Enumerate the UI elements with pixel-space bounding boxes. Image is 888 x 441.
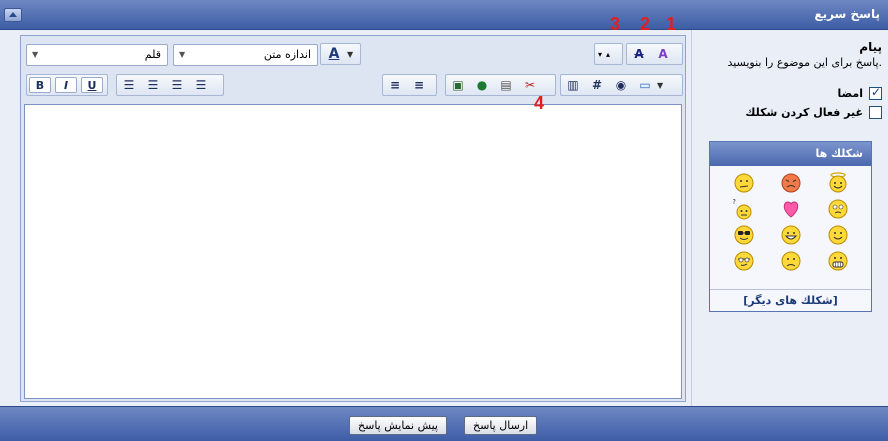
switch-mode-icon[interactable]: A [651, 44, 675, 64]
more-smilies-link[interactable]: [شكلك هاى ديگر] [710, 289, 871, 311]
insert-image-icon[interactable]: ▣ [446, 75, 470, 95]
rolleyes-smiley-icon[interactable] [827, 198, 849, 220]
unordered-list-icon[interactable]: ≡ [407, 75, 431, 95]
angel-smiley-icon[interactable] [827, 172, 849, 194]
column-divider [691, 30, 692, 406]
heart-icon[interactable] [780, 198, 802, 220]
frown-smiley-icon[interactable] [780, 250, 802, 272]
svg-text:???: ??? [733, 198, 736, 206]
annotation-3: 3 [610, 14, 621, 34]
italic-button[interactable]: I [55, 77, 77, 93]
disable-smilies-checkbox[interactable] [869, 106, 882, 119]
text-color-button[interactable]: A ▼ [320, 43, 361, 65]
confused-smiley-icon[interactable] [733, 172, 755, 194]
disable-smilies-label: غير فعال كردن شكلك [745, 106, 863, 119]
alignment-group: ☰ ☰ ☰ ☰ [116, 74, 224, 96]
angry-smiley-icon[interactable] [780, 172, 802, 194]
format-group: A A [626, 43, 683, 65]
collapse-button[interactable] [4, 8, 22, 22]
cool-smiley-icon[interactable] [733, 224, 755, 246]
size-select[interactable]: اندازه متن ▼ [173, 44, 318, 66]
message-textarea[interactable] [24, 104, 682, 399]
title-bar: پاسخ سريع [0, 0, 888, 30]
size-select-value: اندازه متن [263, 48, 311, 61]
question-smiley-icon[interactable]: ??? [724, 198, 755, 220]
signature-option[interactable]: امضا [837, 85, 882, 100]
underline-button[interactable]: U [81, 77, 103, 93]
annotation-1: 1 [666, 14, 677, 34]
page-title: پاسخ سريع [814, 7, 880, 21]
submit-reply-button[interactable]: ارسال پاسخ [464, 416, 538, 435]
wrap-group: ▥ # ◉ ▭ ▼ [560, 74, 683, 96]
insert-video-icon[interactable]: ▭ [633, 75, 657, 95]
align-center-icon[interactable]: ☰ [141, 75, 165, 95]
font-select-value: قلم [144, 48, 161, 61]
preview-reply-button[interactable]: پيش نمايش پاسخ [349, 416, 447, 435]
quote-icon[interactable]: ▥ [561, 75, 585, 95]
justify-icon[interactable]: ☰ [189, 75, 213, 95]
annotation-2: 2 [640, 14, 651, 34]
list-group: ≡ ≡ [382, 74, 437, 96]
annotation-4: 4 [534, 93, 545, 113]
smile-smiley-icon[interactable] [827, 224, 849, 246]
grin-smiley-icon[interactable] [827, 250, 849, 272]
message-description: پاسخ براى اين موضوع را بنويسيد. [727, 56, 882, 69]
php-icon[interactable]: ◉ [609, 75, 633, 95]
smilies-title: شكلك ها [710, 142, 871, 166]
resize-button[interactable]: ▾ ▴ [594, 43, 623, 65]
remove-format-icon[interactable]: A [627, 44, 651, 64]
insert-link-icon[interactable]: ● [470, 75, 494, 95]
happy-smiley-icon[interactable] [780, 224, 802, 246]
bold-button[interactable]: B [29, 77, 51, 93]
smilies-box: شكلك ها ??? [709, 141, 872, 312]
font-color-icon: A [328, 46, 340, 62]
chevron-down-icon: ▼ [347, 49, 354, 59]
signature-checkbox[interactable] [869, 85, 882, 100]
ordered-list-icon[interactable]: ≡ [383, 75, 407, 95]
shades-smiley-icon[interactable] [733, 250, 755, 272]
chevron-down-icon: ▼ [179, 50, 186, 59]
hash-button[interactable]: # [585, 75, 609, 95]
chevron-down-icon: ▼ [32, 50, 39, 59]
decrease-size-icon: ▾ [598, 49, 603, 59]
remove-link-icon[interactable]: ✂ [518, 75, 542, 95]
rich-text-editor: قلم ▼ اندازه متن ▼ A ▼ ▾ ▴ A A B I U ☰ ☰… [20, 35, 686, 402]
smilies-grid: ??? [710, 166, 871, 278]
disable-smilies-option[interactable]: غير فعال كردن شكلك [745, 106, 882, 119]
insert-code-icon[interactable]: ▤ [494, 75, 518, 95]
bottom-bar: ارسال پاسخ پيش نمايش پاسخ [0, 406, 888, 441]
message-label: پيام [859, 40, 882, 54]
align-left-icon[interactable]: ☰ [117, 75, 141, 95]
signature-label: امضا [837, 87, 863, 100]
text-style-group: B I U [26, 74, 108, 96]
increase-size-icon: ▴ [606, 49, 611, 59]
font-select[interactable]: قلم ▼ [26, 44, 168, 66]
align-right-icon[interactable]: ☰ [165, 75, 189, 95]
chevron-down-icon: ▼ [657, 80, 664, 90]
